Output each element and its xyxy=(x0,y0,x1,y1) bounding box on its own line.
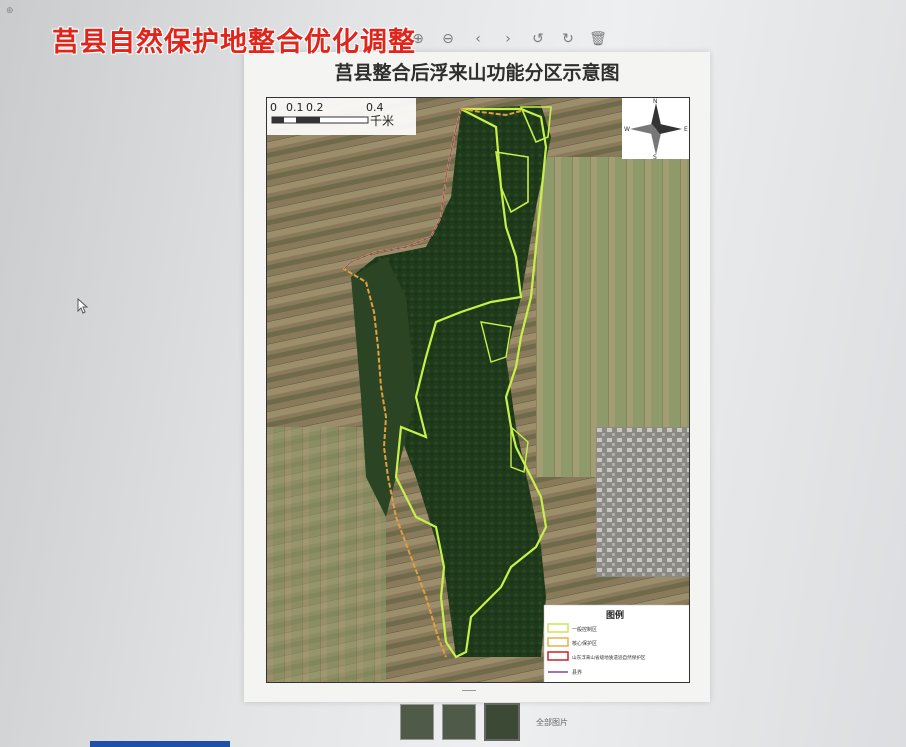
collapse-handle[interactable] xyxy=(462,690,476,696)
mouse-cursor-icon xyxy=(77,298,89,314)
north-arrow-icon: N S E W xyxy=(622,97,690,161)
legend-item-label: 县界 xyxy=(572,670,582,676)
zoom-out-icon[interactable]: ⊖ xyxy=(438,30,458,48)
scale-tick-label: 0.4 xyxy=(366,101,384,114)
map-title: 莒县整合后浮来山功能分区示意图 xyxy=(334,62,620,84)
scale-tick-label: 0.1 xyxy=(286,101,304,114)
thumbnail-2[interactable] xyxy=(442,704,476,740)
compass-n: N xyxy=(653,98,658,105)
all-images-label[interactable]: 全部图片 xyxy=(536,717,568,728)
scale-unit: 千米 xyxy=(370,114,394,128)
thumbnail-3[interactable] xyxy=(484,703,520,741)
compass-s: S xyxy=(653,154,657,161)
scale-tick-label: 0 xyxy=(270,101,277,114)
rotate-left-icon[interactable]: ↺ xyxy=(528,30,548,48)
taskbar-edge xyxy=(90,741,230,747)
map-sheet: 莒县整合后浮来山功能分区示意图 0 0.1 0.2 0.4 千米 N S E W… xyxy=(244,52,710,702)
map-legend: 图例 一般控制区 核心保护区 山东浮来山省级地质遗迹自然保护区 县界 xyxy=(543,604,690,683)
image-viewer-toolbar: ⊕ ⊖ ‹ › ↺ ↻ 🗑 xyxy=(408,30,608,48)
compass-w: W xyxy=(624,126,630,133)
legend-item-label: 一般控制区 xyxy=(572,626,597,633)
scale-tick-label: 0.2 xyxy=(306,101,324,114)
legend-title: 图例 xyxy=(606,609,624,621)
rotate-right-icon[interactable]: ↻ xyxy=(558,30,578,48)
thumbnail-1[interactable] xyxy=(400,704,434,740)
delete-icon[interactable]: 🗑 xyxy=(588,30,608,48)
thumbnail-strip: 全部图片 xyxy=(400,703,568,741)
legend-item-label: 山东浮来山省级地质遗迹自然保护区 xyxy=(572,654,646,661)
map-canvas: 0 0.1 0.2 0.4 千米 N S E W 图例 一般控制区 核心保护区 … xyxy=(266,97,690,683)
viewer-corner-icon: ⊕ xyxy=(6,6,14,16)
compass-e: E xyxy=(684,126,688,133)
next-icon[interactable]: › xyxy=(498,30,518,48)
scale-bar: 0 0.1 0.2 0.4 千米 xyxy=(266,97,416,135)
prev-icon[interactable]: ‹ xyxy=(468,30,488,48)
watermark-title: 莒县自然保护地整合优化调整 xyxy=(52,27,416,58)
legend-item-label: 核心保护区 xyxy=(572,640,597,647)
